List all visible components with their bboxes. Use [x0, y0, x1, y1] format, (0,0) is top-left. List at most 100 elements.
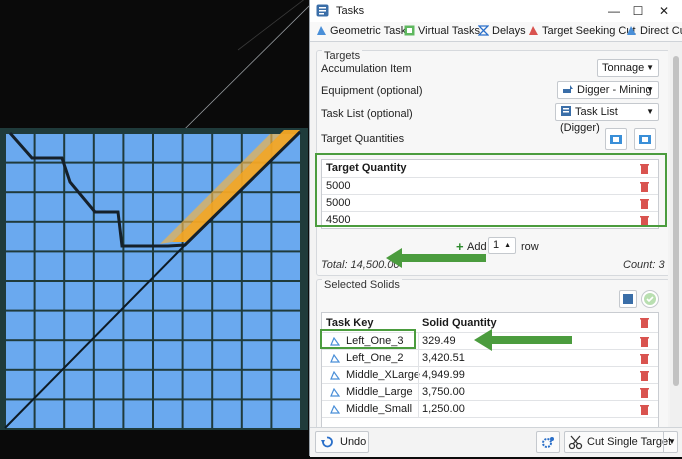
- block-cell: [183, 252, 212, 280]
- task-key-cell: Left_One_2: [346, 352, 404, 364]
- minimize-icon[interactable]: —: [606, 3, 622, 19]
- accumulation-select[interactable]: Tonnage ▼: [597, 59, 659, 77]
- trash-icon[interactable]: [640, 404, 649, 415]
- block-cell: [65, 400, 93, 428]
- block-cell: [183, 400, 212, 428]
- tab-target-seeking-cut[interactable]: Target Seeking Cut: [528, 25, 636, 37]
- window-title: Tasks: [336, 5, 365, 17]
- scroll-thumb[interactable]: [673, 56, 679, 386]
- block-cell: [213, 252, 241, 280]
- tab-direct-cut[interactable]: Direct Cut: [626, 25, 682, 37]
- bottom-bar: Undo Cut Single Target ▼: [310, 427, 682, 457]
- tab-virtual-tasks[interactable]: Virtual Tasks: [404, 25, 480, 37]
- table-row[interactable]: Middle_XLarge 4,949.99: [322, 367, 658, 384]
- block-cell: [213, 134, 241, 162]
- task-key-cell: Middle_Large: [346, 386, 413, 398]
- block-cell: [35, 193, 64, 221]
- block-cell: [183, 341, 212, 369]
- dropdown-arrow-icon[interactable]: ▼: [663, 432, 676, 452]
- block-cell: [183, 134, 212, 162]
- confirm-button[interactable]: [641, 290, 659, 308]
- block-cell: [65, 222, 93, 251]
- trash-icon[interactable]: [640, 336, 649, 347]
- export-button[interactable]: [634, 128, 656, 150]
- block-cell: [35, 311, 64, 340]
- block-cell: [272, 193, 300, 221]
- table-row[interactable]: 5000: [322, 178, 658, 195]
- block-cell: [272, 282, 300, 310]
- targets-group-title: Targets: [322, 50, 363, 62]
- trash-icon[interactable]: [640, 370, 649, 381]
- total-arrow-icon: [386, 248, 486, 268]
- scissors-icon: [568, 435, 583, 450]
- block-cell: [6, 341, 34, 369]
- virtual-icon: [404, 25, 415, 36]
- block-cell: [154, 193, 182, 221]
- block-cell: [94, 134, 123, 162]
- solid-quantity-cell: 329.49: [422, 335, 456, 347]
- trash-icon[interactable]: [640, 181, 649, 192]
- chevron-down-icon: ▼: [646, 63, 654, 72]
- block-cell: [154, 341, 182, 369]
- tasklist-icon: [561, 106, 571, 116]
- cut-single-target-button[interactable]: Cut Single Target ▼: [564, 431, 678, 453]
- block-cell: [213, 282, 241, 310]
- solid-quantity-cell: 1,250.00: [422, 403, 465, 415]
- trash-icon[interactable]: [640, 163, 649, 174]
- block-cell: [124, 370, 152, 399]
- select-solids-button[interactable]: [619, 290, 637, 308]
- table-row[interactable]: Middle_Large 3,750.00: [322, 384, 658, 401]
- block-cell: [94, 282, 123, 310]
- block-cell: [272, 311, 300, 340]
- solid-quantity-cell: 3,750.00: [422, 386, 465, 398]
- tasklist-select[interactable]: Task List (Digger) ▼: [555, 103, 659, 134]
- equipment-select[interactable]: Digger - Mining ▼: [557, 81, 659, 99]
- tab-delays[interactable]: Delays: [478, 25, 526, 37]
- table-row[interactable]: Middle_Small 1,250.00: [322, 401, 658, 418]
- settings-button[interactable]: [536, 431, 560, 453]
- trash-icon[interactable]: [640, 215, 649, 226]
- solid-icon: [330, 354, 340, 363]
- target-quantity-table: Target Quantity 5000 5000 4500: [321, 159, 659, 229]
- block-cell: [6, 311, 34, 340]
- block-model-view: [0, 0, 311, 456]
- block-cell: [213, 370, 241, 399]
- block-cell: [272, 252, 300, 280]
- scrollbar[interactable]: [670, 42, 682, 427]
- stepper-arrows-icon[interactable]: ▲: [504, 238, 511, 253]
- solid-icon: [330, 405, 340, 414]
- undo-button[interactable]: Undo: [315, 431, 369, 453]
- equipment-label: Equipment (optional): [321, 85, 423, 97]
- 3d-viewport[interactable]: [0, 0, 311, 456]
- gear-icon: [542, 437, 554, 448]
- undo-icon: [321, 436, 333, 448]
- block-cell: [272, 370, 300, 399]
- tasks-app-icon: [316, 4, 329, 17]
- accumulation-label: Accumulation Item: [321, 63, 412, 75]
- table-row[interactable]: 5000: [322, 195, 658, 212]
- block-cell: [94, 311, 123, 340]
- add-count-stepper[interactable]: 1 ▲: [488, 237, 516, 254]
- maximize-icon[interactable]: ☐: [630, 3, 646, 19]
- trash-icon[interactable]: [640, 198, 649, 209]
- block-cell: [154, 370, 182, 399]
- trash-icon[interactable]: [640, 353, 649, 364]
- task-key-cell: Middle_XLarge: [346, 369, 420, 381]
- block-cell: [94, 252, 123, 280]
- import-button[interactable]: [605, 128, 627, 150]
- block-cell: [213, 341, 241, 369]
- block-cell: [6, 193, 34, 221]
- targets-group: Targets Accumulation Item Tonnage ▼ Equip…: [316, 50, 668, 276]
- import-icon: [610, 135, 622, 144]
- trash-icon[interactable]: [640, 317, 649, 328]
- table-row[interactable]: 4500: [322, 212, 658, 229]
- block-cell: [94, 400, 123, 428]
- block-cell: [124, 341, 152, 369]
- tab-geometric-tasks[interactable]: Geometric Tasks: [316, 25, 412, 37]
- block-cell: [6, 370, 34, 399]
- table-row[interactable]: Left_One_2 3,420.51: [322, 350, 658, 367]
- block-cell: [65, 252, 93, 280]
- close-icon[interactable]: ✕: [656, 3, 672, 19]
- trash-icon[interactable]: [640, 387, 649, 398]
- block-cell: [94, 163, 123, 192]
